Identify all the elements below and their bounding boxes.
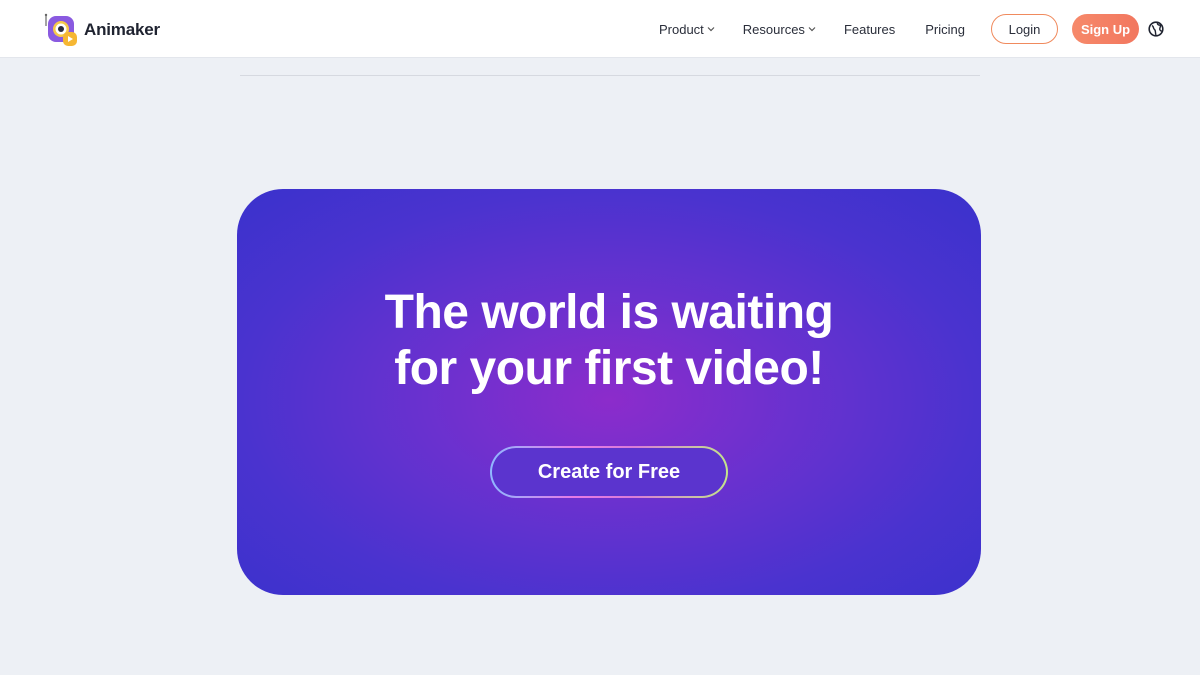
brand-name: Animaker (84, 20, 160, 39)
create-for-free-label: Create for Free (492, 448, 726, 496)
site-header: Animaker Product Resources Features Pric… (0, 0, 1200, 58)
globe-icon[interactable] (1148, 21, 1164, 37)
chevron-down-icon (707, 24, 715, 35)
nav-item-pricing[interactable]: Pricing (925, 22, 965, 37)
nav-item-features[interactable]: Features (844, 22, 895, 37)
nav-item-label: Pricing (925, 21, 965, 37)
nav-item-product[interactable]: Product (659, 22, 715, 37)
cta-banner: The world is waiting for your first vide… (237, 189, 981, 595)
section-divider (240, 75, 980, 76)
nav-item-label: Product (658, 21, 704, 37)
main-nav: Product Resources Features Pricing Login… (659, 0, 1164, 58)
nav-item-resources[interactable]: Resources (743, 22, 816, 37)
hero-title-line-1: The world is waiting (384, 286, 834, 339)
login-button[interactable]: Login (991, 14, 1058, 44)
nav-item-label: Resources (742, 21, 805, 37)
create-for-free-button[interactable]: Create for Free (490, 446, 728, 498)
hero-title-line-2: for your first video! (394, 342, 824, 395)
brand-logo[interactable]: Animaker (44, 12, 160, 48)
chevron-down-icon (808, 24, 816, 35)
signup-button[interactable]: Sign Up (1072, 14, 1139, 44)
nav-item-label: Features (843, 21, 896, 37)
hero-title: The world is waiting for your first vide… (237, 285, 981, 397)
animaker-logo-icon (44, 12, 80, 48)
